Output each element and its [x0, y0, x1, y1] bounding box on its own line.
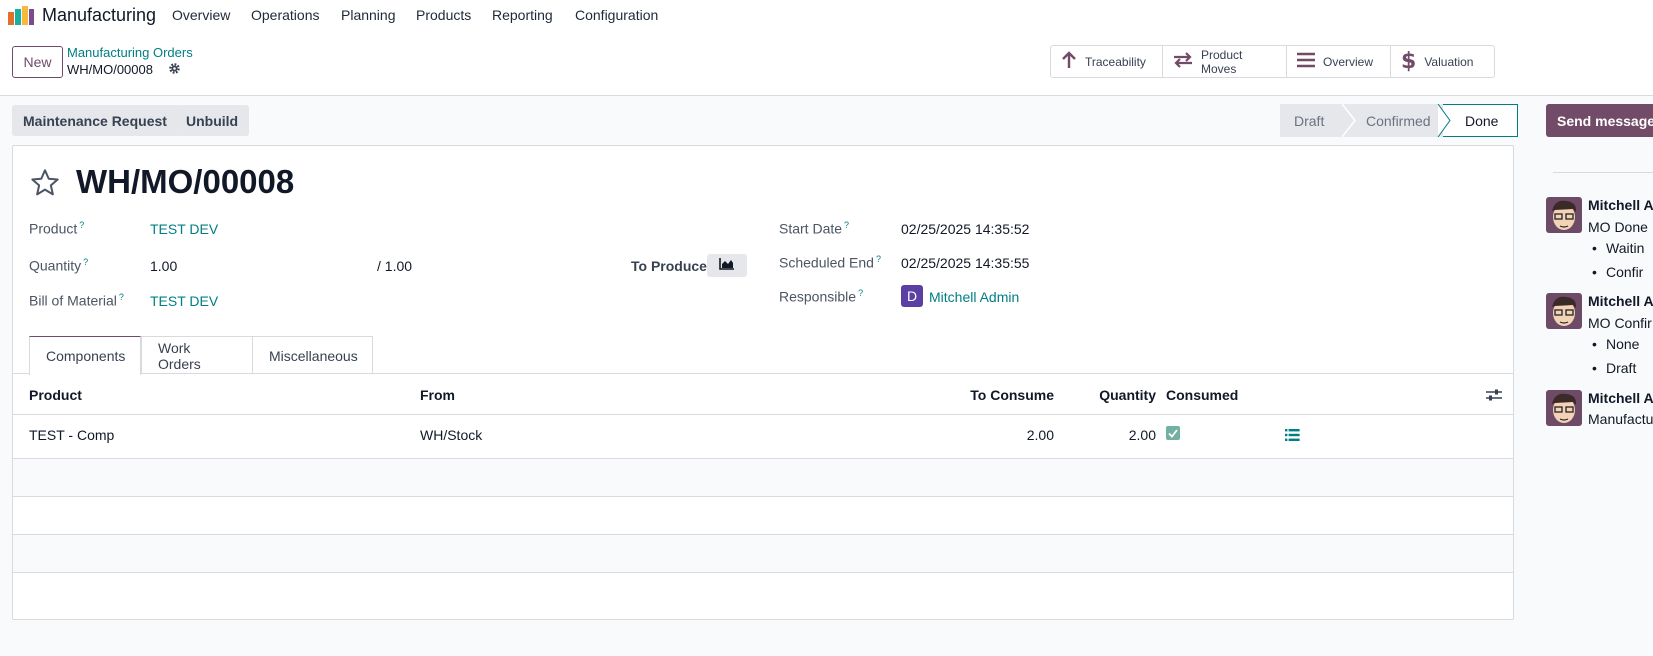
detailed-operations-icon[interactable] [1285, 428, 1300, 445]
message-bullet: Confir [1592, 264, 1643, 280]
message-bullet: None [1592, 336, 1640, 352]
quantity-label: Quantity? [29, 257, 89, 274]
message-author[interactable]: Mitchell Ac [1588, 197, 1653, 213]
responsible-label: Responsible? [779, 288, 864, 305]
avatar[interactable] [1546, 293, 1582, 329]
send-message-button[interactable]: Send message [1546, 104, 1653, 137]
tab-components[interactable]: Components [29, 336, 141, 375]
chatter-divider [1553, 172, 1653, 173]
column-header-quantity[interactable]: Quantity [1060, 387, 1156, 403]
avatar: D [901, 285, 923, 307]
message-body: Manufactu [1588, 411, 1653, 427]
stage-confirmed[interactable]: Confirmed [1344, 104, 1443, 137]
unbuild-button[interactable]: Unbuild [175, 105, 250, 136]
traceability-label: Traceability [1085, 54, 1146, 69]
empty-row [13, 459, 1513, 496]
menu-configuration[interactable]: Configuration [575, 7, 658, 23]
breadcrumb-current-record: WH/MO/00008 [67, 62, 153, 77]
menu-reporting[interactable]: Reporting [492, 7, 553, 23]
column-header-consumed[interactable]: Consumed [1166, 387, 1238, 403]
row-product-cell[interactable]: TEST - Comp [29, 427, 114, 443]
row-from-cell[interactable]: WH/Stock [420, 427, 482, 443]
empty-row [13, 535, 1513, 572]
start-date-label: Start Date? [779, 220, 850, 237]
stage-draft[interactable]: Draft [1280, 104, 1344, 137]
row-quantity-cell[interactable]: 2.00 [1060, 427, 1156, 443]
message-bullet: Draft [1592, 360, 1637, 376]
avatar[interactable] [1546, 197, 1582, 233]
forecast-chart-button[interactable] [707, 254, 747, 277]
help-tooltip-icon[interactable]: ? [119, 292, 124, 302]
stage-separator-arrow [1437, 104, 1451, 137]
message-author[interactable]: Mitchell Ac [1588, 293, 1653, 309]
help-tooltip-icon[interactable]: ? [79, 220, 84, 230]
column-header-product[interactable]: Product [29, 387, 82, 403]
product-moves-label: Product Moves [1201, 47, 1243, 76]
star-icon[interactable] [28, 167, 62, 202]
valuation-button[interactable]: $ Valuation [1391, 46, 1494, 77]
gear-icon[interactable] [168, 62, 181, 78]
product-label: Product? [29, 220, 85, 237]
help-tooltip-icon[interactable]: ? [83, 257, 88, 267]
stage-separator-arrow [1342, 104, 1356, 137]
overview-button[interactable]: Overview [1287, 46, 1391, 77]
message-body: MO Done [1588, 219, 1648, 235]
bom-field[interactable]: TEST DEV [150, 293, 218, 309]
message-body: MO Confir [1588, 315, 1652, 331]
status-bar: Draft Confirmed Done [1280, 104, 1518, 137]
to-produce-label: To Produce [631, 258, 707, 274]
top-navbar [0, 0, 1653, 30]
product-field[interactable]: TEST DEV [150, 221, 218, 237]
traceability-button[interactable]: Traceability [1051, 46, 1163, 77]
valuation-label: Valuation [1424, 54, 1474, 69]
start-date-field[interactable]: 02/25/2025 14:35:52 [901, 221, 1029, 237]
area-chart-icon [719, 258, 735, 273]
stage-done[interactable]: Done [1443, 104, 1518, 137]
arrow-up-icon [1061, 51, 1077, 72]
scheduled-end-field[interactable]: 02/25/2025 14:35:55 [901, 255, 1029, 271]
menu-planning[interactable]: Planning [341, 7, 396, 23]
responsible-field[interactable]: Mitchell Admin [929, 289, 1019, 305]
record-title: WH/MO/00008 [76, 163, 295, 200]
new-button[interactable]: New [12, 46, 63, 78]
tabs-divider [13, 373, 1513, 374]
arrows-exchange-icon [1173, 52, 1193, 71]
tab-miscellaneous[interactable]: Miscellaneous [252, 336, 373, 374]
breadcrumb-manufacturing-orders[interactable]: Manufacturing Orders [67, 45, 193, 60]
column-header-from[interactable]: From [420, 387, 455, 403]
avatar[interactable] [1546, 390, 1582, 426]
empty-row [13, 497, 1513, 534]
menu-products[interactable]: Products [416, 7, 471, 23]
tab-work-orders[interactable]: Work Orders [141, 336, 253, 374]
row-divider [13, 572, 1513, 573]
smart-buttons: Traceability Product Moves Overview $ Va… [1050, 45, 1495, 78]
menu-overview[interactable]: Overview [172, 7, 230, 23]
message-author[interactable]: Mitchell Ac [1588, 390, 1653, 406]
help-tooltip-icon[interactable]: ? [876, 254, 881, 264]
list-lines-icon [1297, 52, 1315, 71]
consumed-checkbox[interactable] [1166, 426, 1180, 440]
scheduled-end-label: Scheduled End? [779, 254, 881, 271]
maintenance-request-button[interactable]: Maintenance Request [12, 105, 178, 136]
row-to-consume-cell: 2.00 [1026, 427, 1054, 443]
bom-label: Bill of Material? [29, 292, 124, 309]
menu-operations[interactable]: Operations [251, 7, 319, 23]
help-tooltip-icon[interactable]: ? [844, 220, 849, 230]
manufacturing-app-icon[interactable] [8, 5, 34, 25]
quantity-total: / 1.00 [377, 258, 413, 274]
message-bullet: Waitin [1592, 240, 1645, 256]
product-moves-button[interactable]: Product Moves [1163, 46, 1287, 77]
dollar-icon: $ [1401, 49, 1417, 74]
quantity-field[interactable]: 1.00 [150, 258, 177, 274]
help-tooltip-icon[interactable]: ? [858, 288, 863, 298]
optional-columns-icon[interactable] [1486, 388, 1502, 405]
overview-label: Overview [1323, 54, 1374, 69]
column-header-to-consume[interactable]: To Consume [900, 387, 1054, 403]
app-name[interactable]: Manufacturing [42, 5, 156, 26]
